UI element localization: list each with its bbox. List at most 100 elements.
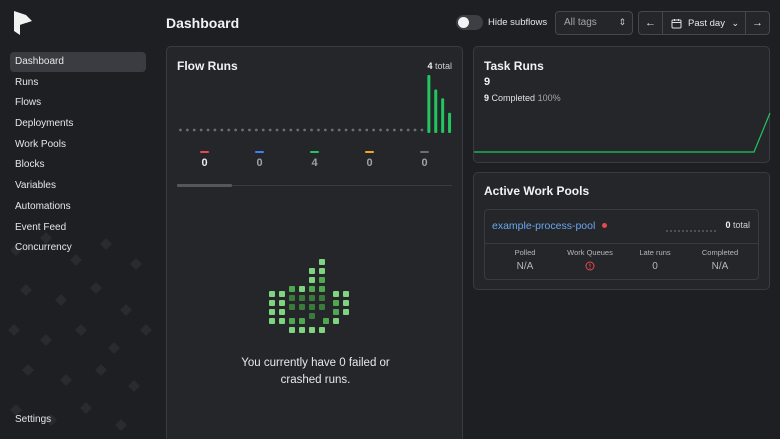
history-empty-dot — [241, 128, 244, 132]
tags-select[interactable]: All tags ⇕ — [555, 11, 633, 35]
history-empty-dot — [372, 128, 376, 132]
hide-subflows-toggle[interactable] — [456, 15, 483, 30]
history-empty-dot — [330, 128, 334, 132]
task-runs-sparkline — [474, 112, 771, 153]
state-count: 0 — [201, 157, 208, 169]
state-color-bar — [365, 151, 374, 153]
toggle-knob — [458, 17, 469, 28]
state-color-bar — [310, 151, 319, 153]
stat-completed: Completed N/A — [688, 248, 752, 272]
history-empty-dot — [275, 128, 279, 132]
sidebar-item-automations[interactable]: Automations — [10, 197, 146, 217]
history-run-bar[interactable] — [441, 98, 445, 133]
sidebar-item-variables[interactable]: Variables — [10, 176, 146, 196]
history-run-bar[interactable] — [434, 89, 438, 134]
work-pool-total-suffix: total — [732, 220, 750, 230]
history-empty-dot — [282, 128, 286, 132]
state-tab-failed[interactable]: 0 — [177, 151, 232, 169]
task-runs-count: 9 — [484, 76, 491, 88]
history-empty-dot — [386, 128, 389, 132]
history-empty-dot — [420, 128, 424, 132]
history-empty-dot — [317, 128, 320, 132]
chevron-down-icon: ⌄ — [731, 17, 739, 28]
stat-label: Polled — [514, 248, 536, 257]
arrow-left-icon: ← — [645, 17, 656, 29]
work-pool-item: example-process-pool 0 total Polled N/A … — [484, 209, 759, 280]
state-tab-cancelled[interactable]: 0 — [397, 151, 452, 169]
task-runs-card: Task Runs 9 9 Completed 100% — [473, 46, 771, 163]
sidebar-item-blocks[interactable]: Blocks — [10, 155, 146, 175]
sidebar-item-event-feed[interactable]: Event Feed — [10, 218, 146, 238]
hide-subflows-label: Hide subflows — [488, 17, 548, 28]
history-empty-dot — [179, 128, 182, 132]
history-empty-dot — [268, 128, 272, 132]
history-empty-dot — [289, 128, 293, 132]
sidebar-item-settings[interactable]: Settings — [15, 414, 51, 425]
arrow-right-icon: → — [752, 17, 763, 29]
empty-state-message: You currently have 0 failed or crashed r… — [167, 355, 464, 389]
sidebar-item-runs[interactable]: Runs — [10, 73, 146, 93]
date-range-picker: ← Past day ⌄ → — [638, 11, 770, 35]
history-run-bar[interactable] — [448, 112, 452, 133]
sidebar-background-pattern — [8, 232, 152, 431]
tags-select-placeholder: All tags — [564, 17, 597, 28]
history-empty-dot — [406, 128, 410, 132]
calendar-icon — [671, 18, 682, 28]
sidebar-item-dashboard[interactable]: Dashboard — [10, 52, 146, 72]
state-count: 0 — [421, 157, 428, 169]
sidebar-nav: Dashboard Runs Flows Deployments Work Po… — [10, 52, 146, 259]
history-empty-dot — [213, 128, 217, 132]
state-count: 0 — [256, 157, 263, 169]
history-run-bar[interactable] — [427, 75, 431, 133]
warning-circle-icon[interactable] — [558, 261, 622, 274]
sidebar-item-deployments[interactable]: Deployments — [10, 114, 146, 134]
empty-state-illustration-icon — [269, 259, 349, 333]
active-work-pools-card: Active Work Pools example-process-pool 0… — [473, 172, 770, 290]
work-pool-mini-chart — [666, 230, 716, 232]
state-color-bar — [420, 151, 429, 153]
work-pool-total-count: 0 — [725, 220, 731, 230]
chevron-up-down-icon: ⇕ — [618, 17, 626, 27]
state-tab-completed[interactable]: 4 — [287, 151, 342, 169]
flow-runs-total-count: 4 — [427, 61, 433, 71]
state-color-bar — [255, 151, 264, 153]
history-empty-dot — [379, 128, 382, 132]
state-tab-scheduled[interactable]: 0 — [342, 151, 397, 169]
date-range-button[interactable]: Past day ⌄ — [663, 12, 745, 34]
work-pool-divider — [485, 243, 758, 244]
history-empty-dot — [303, 128, 307, 132]
flow-run-state-tabs: 0 0 4 0 0 — [177, 151, 452, 177]
stat-label: Work Queues — [567, 248, 613, 257]
task-runs-title: Task Runs — [484, 59, 544, 73]
sidebar-item-work-pools[interactable]: Work Pools — [10, 135, 146, 155]
stat-value: N/A — [711, 261, 729, 272]
active-work-pools-title: Active Work Pools — [484, 184, 590, 198]
work-pool-name-link[interactable]: example-process-pool — [492, 220, 595, 232]
history-empty-dot — [248, 128, 251, 132]
history-empty-dot — [351, 128, 355, 132]
stat-value: N/A — [516, 261, 534, 272]
sidebar-item-concurrency[interactable]: Concurrency — [10, 238, 146, 258]
history-empty-dot — [323, 128, 327, 132]
previous-period-button[interactable]: ← — [639, 12, 663, 34]
history-empty-dot — [310, 128, 313, 132]
prefect-logo-icon[interactable] — [14, 11, 32, 35]
flow-runs-card: Flow Runs 4 total 0 0 4 0 0 You currentl… — [166, 46, 463, 439]
next-period-button[interactable]: → — [745, 12, 769, 34]
task-completed-count: 9 — [484, 93, 490, 103]
sidebar-item-flows[interactable]: Flows — [10, 93, 146, 113]
flow-runs-history-chart[interactable] — [177, 71, 453, 135]
empty-state-line-1: You currently have 0 failed or — [241, 357, 390, 369]
history-empty-dot — [234, 128, 238, 132]
stat-polled: Polled N/A — [493, 248, 557, 272]
state-tab-running[interactable]: 0 — [232, 151, 287, 169]
selected-tab-indicator — [177, 184, 232, 187]
history-empty-dot — [344, 128, 348, 132]
history-empty-dot — [399, 128, 403, 132]
history-empty-dot — [227, 128, 231, 132]
history-empty-dot — [199, 128, 203, 132]
warning-circle-svg — [585, 261, 595, 271]
page-title: Dashboard — [166, 15, 240, 31]
history-empty-dot — [185, 128, 189, 132]
history-empty-dot — [254, 128, 258, 132]
